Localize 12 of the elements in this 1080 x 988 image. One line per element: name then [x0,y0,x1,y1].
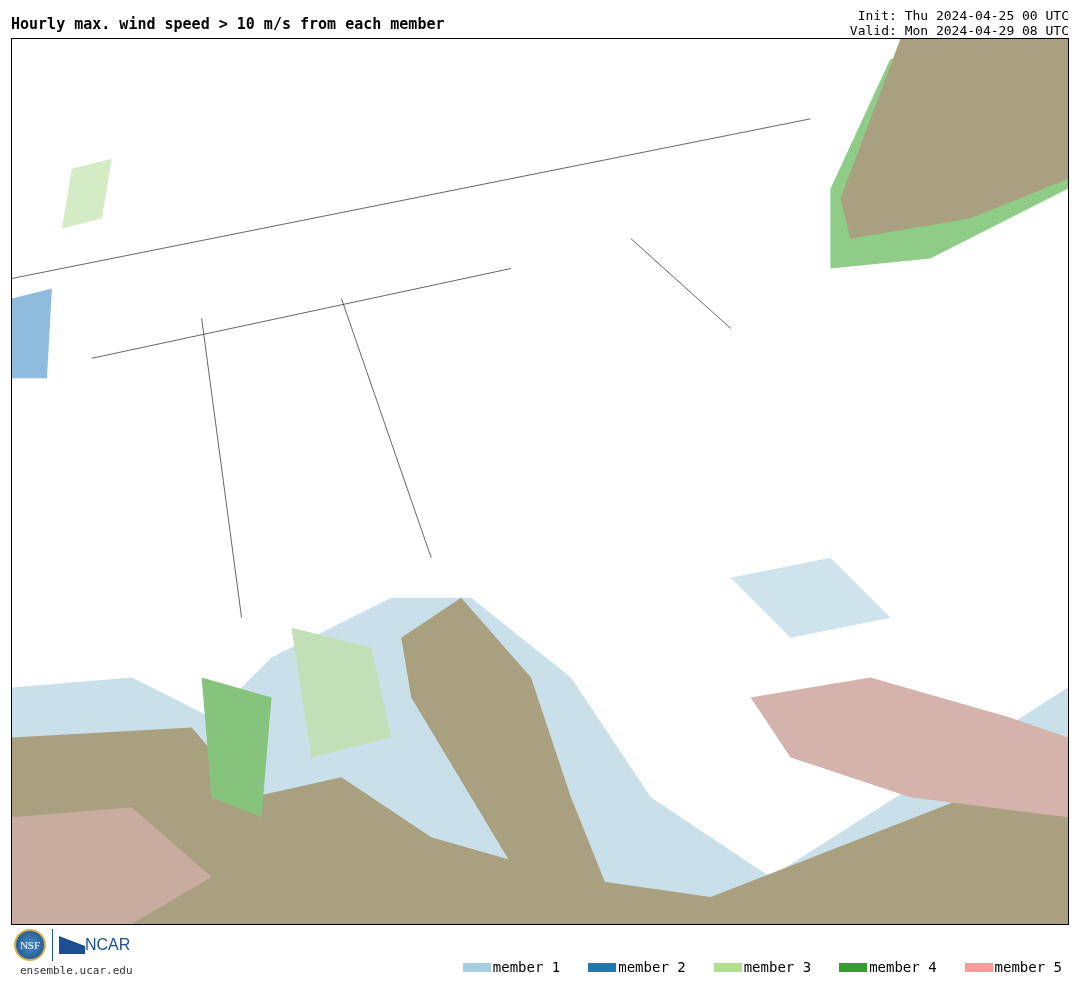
ncar-logo-text: NCAR [85,936,131,954]
legend-label: member 1 [492,959,561,975]
legend-label: member 5 [994,959,1062,975]
legend-label: member 2 [618,959,686,975]
nsf-logo: NSF [14,929,46,961]
ncar-logo-icon [59,936,85,954]
website-url: ensemble.ucar.edu [19,964,133,977]
map-title: Hourly max. wind speed > 10 m/s from each member [11,15,445,35]
init-time: Init: Thu 2024-04-25 00 UTC [857,8,1069,23]
legend-label: member 4 [869,959,937,975]
legend-label: member 3 [743,959,812,975]
valid-time: Valid: Mon 2024-04-29 08 UTC [849,23,1069,38]
